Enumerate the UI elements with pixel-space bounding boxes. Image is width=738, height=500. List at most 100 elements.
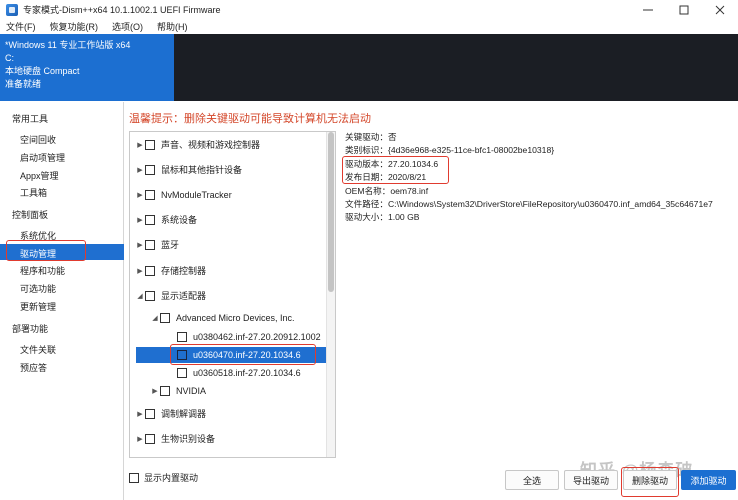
chevron-right-icon[interactable]: ▶ xyxy=(135,216,145,224)
tree-scrollbar[interactable] xyxy=(326,132,335,457)
tree-checkbox[interactable] xyxy=(177,367,187,378)
chevron-right-icon[interactable]: ▶ xyxy=(135,191,145,199)
tree-checkbox[interactable] xyxy=(145,139,155,150)
tree-node-label: 生物识别设备 xyxy=(161,434,216,444)
menu-options[interactable]: 选项(O) xyxy=(112,20,143,33)
drive-letter: C: xyxy=(5,53,14,63)
menu-file[interactable]: 文件(F) xyxy=(6,20,36,33)
os-name: *Windows 11 专业工作站版 x64 xyxy=(5,40,131,50)
sidebar-group-deploy: 部署功能 xyxy=(12,324,49,334)
menu-bar: 文件(F) 恢复功能(R) 选项(O) 帮助(H) xyxy=(0,19,738,34)
tree-node[interactable]: ▶ 调制解调器 xyxy=(135,406,206,421)
tree-node[interactable]: ◢ 显示适配器 xyxy=(135,288,206,303)
highlight-box-version-date xyxy=(342,156,449,184)
show-builtin-checkbox[interactable] xyxy=(129,472,139,483)
chevron-down-icon[interactable]: ◢ xyxy=(135,292,145,300)
sidebar-item-appx[interactable]: Appx管理 xyxy=(20,169,59,182)
close-icon xyxy=(715,5,725,14)
chevron-right-icon[interactable]: ▶ xyxy=(150,387,160,395)
tree-node[interactable]: ▶ 生物识别设备 xyxy=(135,431,215,446)
sidebar-group-control-panel: 控制面板 xyxy=(12,210,49,220)
tree-node[interactable]: ▶ 声音、视频和游戏控制器 xyxy=(135,137,260,152)
chevron-right-icon[interactable]: ▶ xyxy=(135,435,145,443)
tree-checkbox[interactable] xyxy=(145,164,155,175)
sidebar-item-programs[interactable]: 程序和功能 xyxy=(20,264,65,277)
tree-node-label: 蓝牙 xyxy=(161,240,180,250)
system-info-panel[interactable]: *Windows 11 专业工作站版 x64 C: 本地硬盘 Compact 准… xyxy=(0,34,174,101)
tree-node[interactable]: ▶ 鼠标和其他指针设备 xyxy=(135,162,242,177)
sidebar-item-optional-features[interactable]: 可选功能 xyxy=(20,282,56,295)
tree-node-label: Advanced Micro Devices, Inc. xyxy=(176,312,295,323)
chevron-right-icon[interactable]: ▶ xyxy=(135,267,145,275)
app-icon xyxy=(6,3,18,16)
tree-scrollbar-thumb[interactable] xyxy=(328,132,334,292)
tree-checkbox[interactable] xyxy=(145,408,155,419)
tree-node-label: u0380462.inf-27.20.20912.1002 xyxy=(193,331,321,342)
tree-node-label: u0360518.inf-27.20.1034.6 xyxy=(193,367,301,378)
tree-checkbox[interactable] xyxy=(145,189,155,200)
chevron-right-icon[interactable]: ▶ xyxy=(135,141,145,149)
sidebar-item-answer-file[interactable]: 预应答 xyxy=(20,361,47,374)
info-banner-background xyxy=(174,34,738,101)
show-builtin-toggle[interactable]: 显示内置驱动 xyxy=(129,471,198,484)
chevron-right-icon[interactable]: ▶ xyxy=(135,410,145,418)
tree-node-label: NvModuleTracker xyxy=(161,189,232,200)
tree-node-label: 声音、视频和游戏控制器 xyxy=(161,140,261,150)
chevron-down-icon[interactable]: ◢ xyxy=(150,314,160,322)
select-all-button[interactable]: 全选 xyxy=(505,470,559,490)
sidebar-group-tools: 常用工具 xyxy=(12,114,49,124)
detail-size: 驱动大小：1.00 GB xyxy=(345,212,420,223)
minimize-button[interactable] xyxy=(630,0,666,19)
sidebar-item-toolbox[interactable]: 工具箱 xyxy=(20,186,47,199)
tree-node-label: 鼠标和其他指针设备 xyxy=(161,165,243,175)
sidebar-item-startup[interactable]: 启动项管理 xyxy=(20,151,65,164)
menu-help[interactable]: 帮助(H) xyxy=(157,20,188,33)
tree-node[interactable]: u0380462.inf-27.20.20912.1002 xyxy=(167,329,321,344)
chevron-right-icon[interactable]: ▶ xyxy=(135,166,145,174)
tree-checkbox[interactable] xyxy=(160,385,170,396)
tree-node[interactable]: ▶ NvModuleTracker xyxy=(135,187,232,202)
tree-node[interactable]: ▶ 系统设备 xyxy=(135,212,197,227)
highlight-box-delete xyxy=(621,467,679,497)
tree-node-label: 系统设备 xyxy=(161,215,198,225)
tree-node[interactable]: ▶ NVIDIA xyxy=(150,383,206,398)
chevron-right-icon[interactable]: ▶ xyxy=(135,241,145,249)
tree-checkbox[interactable] xyxy=(145,239,155,250)
disk-type: 本地硬盘 Compact xyxy=(5,66,80,76)
maximize-button[interactable] xyxy=(666,0,702,19)
tree-checkbox[interactable] xyxy=(145,214,155,225)
sidebar-item-updates[interactable]: 更新管理 xyxy=(20,300,56,313)
tree-node[interactable]: ▶ 存储控制器 xyxy=(135,263,206,278)
sidebar-item-space-cleanup[interactable]: 空间回收 xyxy=(20,133,56,146)
minimize-icon xyxy=(643,9,653,10)
tree-node[interactable]: ◢ Advanced Micro Devices, Inc. xyxy=(150,310,295,325)
detail-critical: 关键驱动：否 xyxy=(345,132,397,142)
detail-file-path: 文件路径：C:\Windows\System32\DriverStore\Fil… xyxy=(345,198,713,209)
sidebar: 常用工具 空间回收 启动项管理 Appx管理 工具箱 控制面板 系统优化 驱动管… xyxy=(0,102,124,500)
title-bar: 专家模式-Dism++x64 10.1.1002.1 UEFI Firmware xyxy=(0,0,738,19)
warning-text: 温馨提示：删除关键驱动可能导致计算机无法启动 xyxy=(129,113,371,125)
status-text: 准备就绪 xyxy=(5,79,42,89)
tree-node-label: 显示适配器 xyxy=(161,291,207,301)
highlight-box-driver-management xyxy=(6,240,86,261)
tree-node[interactable]: ▶ 蓝牙 xyxy=(135,237,179,252)
show-builtin-label: 显示内置驱动 xyxy=(144,473,199,483)
tree-checkbox[interactable] xyxy=(145,433,155,444)
close-button[interactable] xyxy=(702,0,738,19)
tree-node[interactable]: u0360518.inf-27.20.1034.6 xyxy=(167,365,301,380)
add-driver-button[interactable]: 添加驱动 xyxy=(681,470,736,490)
tree-checkbox[interactable] xyxy=(145,290,155,301)
menu-restore[interactable]: 恢复功能(R) xyxy=(50,20,99,33)
window-title: 专家模式-Dism++x64 10.1.1002.1 UEFI Firmware xyxy=(23,5,221,15)
tree-checkbox[interactable] xyxy=(160,312,170,323)
tree-node-label: NVIDIA xyxy=(176,385,207,396)
tree-checkbox[interactable] xyxy=(145,265,155,276)
tree-node-label: 调制解调器 xyxy=(161,409,207,419)
detail-oem-name: OEM名称：oem78.inf xyxy=(345,185,429,196)
tree-node-label: 存储控制器 xyxy=(161,266,207,276)
maximize-icon xyxy=(679,5,689,14)
export-driver-button[interactable]: 导出驱动 xyxy=(564,470,618,490)
highlight-box-selected-driver xyxy=(170,344,316,365)
tree-checkbox[interactable] xyxy=(177,331,187,342)
sidebar-item-file-assoc[interactable]: 文件关联 xyxy=(20,343,56,356)
